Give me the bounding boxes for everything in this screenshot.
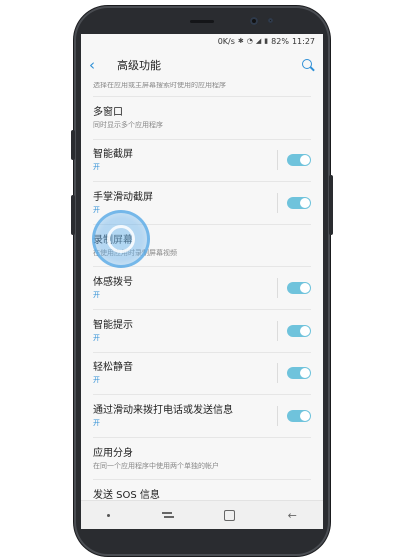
screen: 0K/s ✱ ◔ ◢ ▮ 82% 11:27 ‹ 高级功能 选择在应用或主屏幕搜…: [81, 34, 323, 529]
list-item-swipe-to-call[interactable]: 通过滑动来拨打电话或发送信息 开: [93, 395, 311, 438]
direct-call-toggle[interactable]: [287, 282, 311, 295]
status-bar: 0K/s ✱ ◔ ◢ ▮ 82% 11:27: [81, 34, 323, 48]
item-subtitle: 开: [93, 376, 100, 385]
home-icon[interactable]: [224, 509, 236, 521]
app-bar: ‹ 高级功能: [81, 48, 323, 82]
item-subtitle: 在同一个应用程序中使用两个单独的帐户: [93, 461, 219, 470]
front-camera-icon: [250, 17, 258, 25]
bixby-button: [71, 195, 75, 235]
item-title: 智能截屏: [93, 149, 133, 161]
bluetooth-icon: ✱: [237, 37, 244, 45]
list-item-easy-mute[interactable]: 轻松静音 开: [93, 353, 311, 396]
item-title: 智能提示: [93, 319, 133, 331]
power-button: [329, 175, 333, 235]
nav-dot-icon[interactable]: [107, 513, 111, 517]
list-item-partial[interactable]: 选择在应用或主屏幕搜索时使用的应用程序: [93, 82, 311, 97]
smart-capture-toggle[interactable]: [287, 154, 311, 167]
item-title: 手掌滑动截屏: [93, 191, 153, 203]
divider: [277, 405, 278, 426]
smart-alert-toggle[interactable]: [287, 324, 311, 337]
list-item-dual-messenger[interactable]: 应用分身 在同一个应用程序中使用两个单独的帐户: [93, 438, 311, 481]
touch-indicator: [92, 210, 150, 268]
wifi-icon: ◔: [246, 37, 253, 45]
clock: 11:27: [291, 36, 315, 46]
signal-icon: ◢: [255, 37, 262, 45]
divider: [277, 363, 278, 384]
item-subtitle: 开: [93, 163, 100, 172]
divider: [277, 278, 278, 299]
battery-level: 82%: [271, 36, 289, 46]
settings-list: 选择在应用或主屏幕搜索时使用的应用程序 多窗口 同时显示多个应用程序 智能截屏 …: [81, 82, 323, 523]
network-speed: 0K/s: [217, 36, 235, 46]
item-subtitle: 开: [93, 333, 100, 342]
nav-back-icon[interactable]: ←: [288, 509, 297, 522]
battery-icon: ▮: [264, 37, 269, 45]
item-subtitle: 同时显示多个应用程序: [93, 120, 163, 129]
divider: [277, 320, 278, 341]
easy-mute-toggle[interactable]: [287, 367, 311, 380]
sensor-icon: [268, 18, 273, 23]
search-icon[interactable]: [301, 58, 315, 72]
divider: [277, 150, 278, 171]
item-subtitle: 开: [93, 291, 100, 300]
volume-button: [71, 130, 75, 160]
divider: [277, 192, 278, 213]
item-subtitle: 选择在应用或主屏幕搜索时使用的应用程序: [93, 82, 226, 89]
item-title: 多窗口: [93, 106, 123, 118]
list-item-smart-alert[interactable]: 智能提示 开: [93, 310, 311, 353]
item-title: 应用分身: [93, 447, 133, 459]
swipe-to-call-toggle[interactable]: [287, 409, 311, 422]
item-title: 体感拨号: [93, 277, 133, 289]
page-title: 高级功能: [117, 59, 161, 72]
item-title: 轻松静音: [93, 362, 133, 374]
navigation-bar: ←: [81, 500, 323, 529]
list-item-multi-window[interactable]: 多窗口 同时显示多个应用程序: [93, 97, 311, 140]
recent-apps-icon[interactable]: [162, 511, 175, 519]
palm-swipe-toggle[interactable]: [287, 196, 311, 209]
item-title: 通过滑动来拨打电话或发送信息: [93, 404, 233, 416]
item-subtitle: 开: [93, 418, 100, 427]
earpiece: [190, 20, 214, 23]
list-item-smart-capture[interactable]: 智能截屏 开: [93, 140, 311, 183]
back-arrow-icon[interactable]: ‹: [89, 56, 107, 74]
list-item-direct-call[interactable]: 体感拨号 开: [93, 267, 311, 310]
